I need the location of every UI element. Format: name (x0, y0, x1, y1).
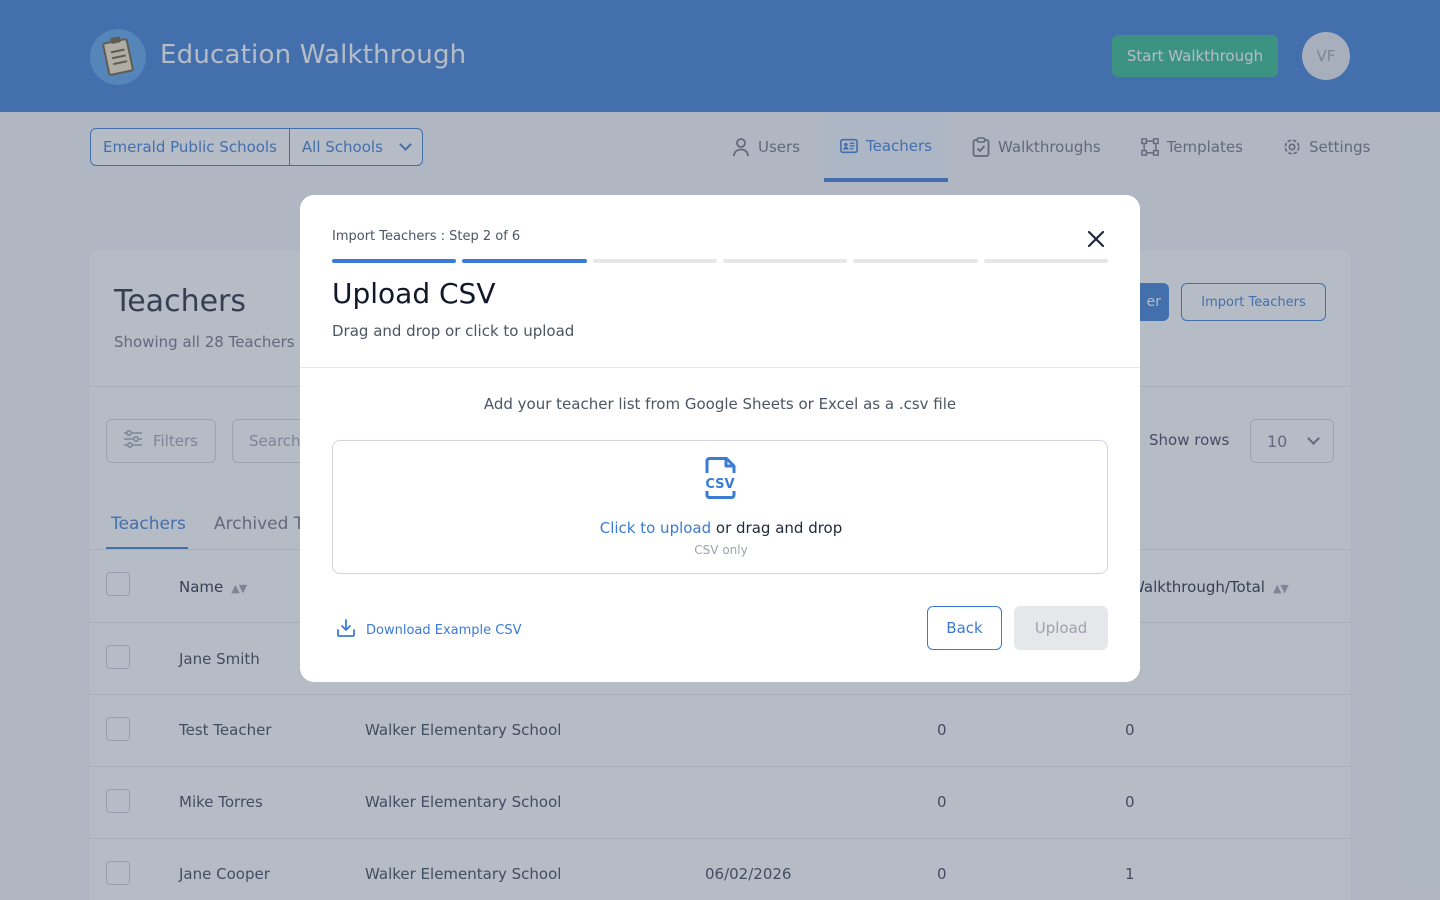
modal-divider (300, 367, 1140, 368)
dropzone-hint: CSV only (694, 543, 748, 557)
drag-drop-text: or drag and drop (711, 519, 843, 537)
import-teachers-modal: Import Teachers : Step 2 of 6 Upload CSV… (300, 195, 1140, 682)
click-to-upload-link[interactable]: Click to upload (600, 519, 711, 537)
csv-file-icon: CSV (701, 457, 739, 499)
csv-dropzone[interactable]: CSV Click to upload or drag and drop CSV… (332, 440, 1108, 574)
step-label: Import Teachers : Step 2 of 6 (332, 229, 521, 244)
modal-title: Upload CSV (332, 277, 496, 310)
progress-step-1 (332, 259, 457, 263)
modal-subtitle: Drag and drop or click to upload (332, 322, 575, 340)
step-progress (332, 259, 1108, 263)
close-icon[interactable] (1084, 227, 1108, 251)
progress-step-2 (462, 259, 587, 263)
back-button[interactable]: Back (927, 606, 1002, 650)
upload-instruction: Add your teacher list from Google Sheets… (483, 395, 957, 413)
download-example-label: Download Example CSV (366, 622, 522, 638)
progress-step-6 (983, 259, 1108, 263)
progress-step-4 (722, 259, 848, 263)
progress-step-5 (853, 259, 978, 263)
download-icon (336, 618, 356, 642)
progress-step-3 (592, 259, 717, 263)
svg-text:CSV: CSV (705, 477, 734, 492)
dropzone-text: Click to upload or drag and drop (333, 519, 1109, 537)
download-example-csv-link[interactable]: Download Example CSV (336, 618, 522, 642)
upload-button[interactable]: Upload (1014, 606, 1108, 650)
